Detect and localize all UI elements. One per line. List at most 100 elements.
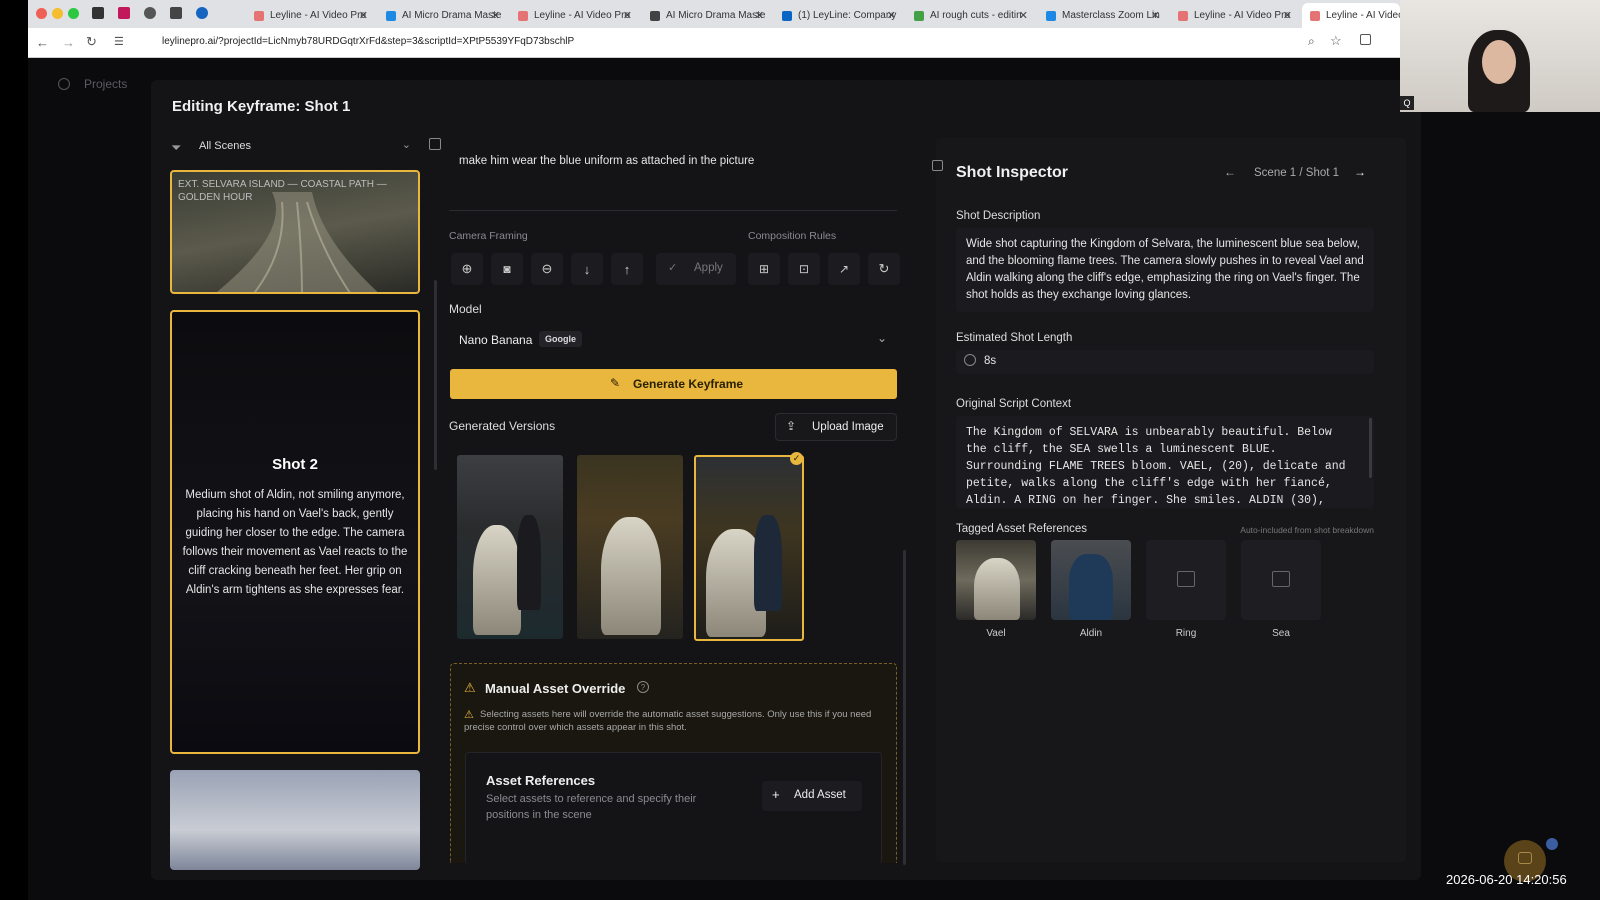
asset-references-desc: Select assets to reference and specify t… [486, 793, 697, 821]
forward-icon[interactable]: → [62, 35, 75, 50]
close-tab-icon[interactable]: ✕ [359, 9, 368, 22]
shot-card-caption: EXT. SELVARA ISLAND — COASTAL PATH — GOL… [178, 179, 387, 203]
close-tab-icon[interactable]: ✕ [1019, 9, 1028, 22]
docs-favicon [1046, 10, 1056, 21]
tagged-assets-note: Auto-included from shot breakdown [1240, 525, 1374, 535]
minimize-window-icon[interactable] [52, 8, 63, 19]
leading-lines-button[interactable]: ↗ [828, 253, 860, 285]
clock-icon [964, 354, 976, 366]
close-tab-icon[interactable]: ✕ [491, 9, 500, 22]
timestamp-overlay: 2026-06-20 14:20:56 [1446, 872, 1567, 887]
manual-asset-override-panel: ⚠ Manual Asset Override ? ⚠ Selecting as… [450, 663, 897, 864]
center-rule-button[interactable]: ⊡ [788, 253, 820, 285]
url-field[interactable]: leylinepro.ai/?projectId=LicNmyb78URDGqt… [162, 36, 574, 47]
grid-icon: ⊞ [758, 262, 770, 276]
center-frame-icon: ⊡ [798, 262, 810, 276]
asset-ring-placeholder[interactable] [1146, 540, 1226, 620]
reset-framing-button[interactable]: ↻ [868, 253, 900, 285]
shot-length-field[interactable]: 8s [956, 350, 1374, 374]
browser-tab[interactable]: Leyline - AI Video Pro ✕ [246, 3, 374, 28]
editor-scrollbar[interactable] [903, 550, 906, 865]
tagged-assets-label: Tagged Asset References [956, 523, 1088, 535]
browser-tab[interactable]: AI rough cuts - editin ✕ [906, 3, 1034, 28]
projects-icon[interactable] [58, 78, 70, 90]
zoom-in-button[interactable]: ⊕ [451, 253, 483, 285]
trend-line-icon: ↗ [838, 262, 850, 276]
close-window-icon[interactable] [36, 8, 47, 19]
back-icon[interactable]: ← [36, 35, 49, 50]
filter-icon[interactable]: ⏷ [171, 140, 181, 156]
upload-icon: ⇪ [786, 419, 797, 433]
browser-tab-active[interactable]: Leyline - AI Video Pro [1302, 3, 1400, 28]
browser-tab[interactable]: (1) LeyLine: Company ✕ [774, 3, 902, 28]
prev-shot-icon[interactable]: ← [1224, 165, 1236, 179]
pinned-tab-e-icon[interactable] [118, 7, 130, 19]
asset-label: Aldin [1079, 628, 1103, 639]
browser-tab[interactable]: Masterclass Zoom Lin ✕ [1038, 3, 1166, 28]
camera-button[interactable]: ◙ [491, 253, 523, 285]
pinned-tab-chat-icon[interactable] [196, 7, 208, 19]
pinned-tab-k-icon[interactable] [92, 7, 104, 19]
generated-version-3-selected[interactable] [694, 455, 804, 641]
arrow-up-icon: ↑ [623, 261, 631, 277]
shot-card-2[interactable]: Shot 2 Medium shot of Aldin, not smiling… [170, 310, 420, 754]
chat-icon [1518, 852, 1532, 864]
browser-tab[interactable]: AI Micro Drama Maste ✕ [378, 3, 506, 28]
scene-filter-select[interactable]: All Scenes ⌄ [189, 136, 419, 158]
inspector-title: Shot Inspector [956, 164, 1069, 181]
scene-list-scrollbar[interactable] [434, 280, 437, 470]
leyline-favicon [254, 10, 264, 21]
tilt-down-button[interactable]: ↓ [571, 253, 603, 285]
close-tab-icon[interactable]: ✕ [887, 9, 896, 22]
generated-version-2[interactable] [577, 455, 683, 639]
bookmark-star-icon[interactable]: ☆ [1330, 33, 1342, 49]
next-shot-icon[interactable]: → [1354, 165, 1366, 179]
webcam-face [1482, 40, 1516, 84]
asset-aldin-thumb[interactable] [1051, 540, 1131, 620]
shot-description-label: Shot Description [956, 210, 1041, 222]
shot-card-1[interactable]: EXT. SELVARA ISLAND — COASTAL PATH — GOL… [170, 170, 420, 294]
zoom-out-icon: ⊖ [541, 261, 553, 276]
zoom-icon[interactable]: ⌕ [1308, 34, 1315, 49]
script-context-scrollbar[interactable] [1369, 418, 1372, 478]
close-tab-icon[interactable]: ✕ [1283, 9, 1292, 22]
panel-toggle-icon[interactable] [932, 160, 943, 171]
nav-projects[interactable]: Projects [84, 77, 127, 91]
close-tab-icon[interactable]: ✕ [755, 9, 764, 22]
asset-references-title: Asset References [486, 773, 596, 788]
aldin-asset-figure [1069, 554, 1113, 620]
pinned-tab-grid-icon[interactable] [170, 7, 182, 19]
generate-keyframe-button[interactable]: ✎ Generate Keyframe [450, 369, 897, 399]
tilt-up-button[interactable]: ↑ [611, 253, 643, 285]
browser-tab[interactable]: Leyline - AI Video Pro ✕ [510, 3, 638, 28]
browser-tab[interactable]: AI Micro Drama Maste ✕ [642, 3, 770, 28]
grid-rule-button[interactable]: ⊞ [748, 253, 780, 285]
shot-description-field[interactable]: Wide shot capturing the Kingdom of Selva… [956, 228, 1374, 312]
add-asset-button[interactable]: + Add Asset [762, 781, 862, 811]
asset-sea-placeholder[interactable] [1241, 540, 1321, 620]
browser-tab[interactable]: Leyline - AI Video Pro ✕ [1170, 3, 1298, 28]
site-settings-icon[interactable]: ☰ [114, 35, 124, 48]
model-select[interactable]: Nano Banana Google ⌄ [449, 326, 897, 354]
zoom-out-button[interactable]: ⊖ [531, 253, 563, 285]
collapse-panel-icon[interactable] [429, 138, 441, 150]
zoom-in-icon: ⊕ [461, 261, 473, 276]
close-tab-icon[interactable]: ✕ [623, 9, 632, 22]
reload-icon[interactable]: ↻ [86, 34, 97, 50]
apply-button[interactable]: ✓ Apply [656, 253, 736, 285]
browser-toolbar: ← → ↻ ☰ leylinepro.ai/?projectId=LicNmyb… [28, 28, 1400, 58]
upload-image-button[interactable]: ⇪ Upload Image [775, 413, 897, 441]
sidepanel-icon[interactable] [1360, 34, 1371, 45]
aldin-figure-3 [754, 515, 782, 611]
close-tab-icon[interactable]: ✕ [1151, 9, 1160, 22]
generated-version-1[interactable] [457, 455, 563, 639]
keyframe-editor-modal: Editing Keyframe: Shot 1 ⏷ All Scenes ⌄ … [151, 80, 1421, 880]
scene-list: EXT. SELVARA ISLAND — COASTAL PATH — GOL… [168, 170, 428, 870]
help-icon[interactable]: ? [637, 681, 649, 693]
script-context-field[interactable]: The Kingdom of SELVARA is unbearably bea… [956, 416, 1374, 508]
pinned-tab-app-icon[interactable] [144, 7, 156, 19]
prompt-textarea[interactable]: make him wear the blue uniform as attach… [449, 145, 897, 211]
shot-card-3[interactable] [170, 770, 420, 870]
maximize-window-icon[interactable] [68, 8, 79, 19]
asset-vael-thumb[interactable] [956, 540, 1036, 620]
